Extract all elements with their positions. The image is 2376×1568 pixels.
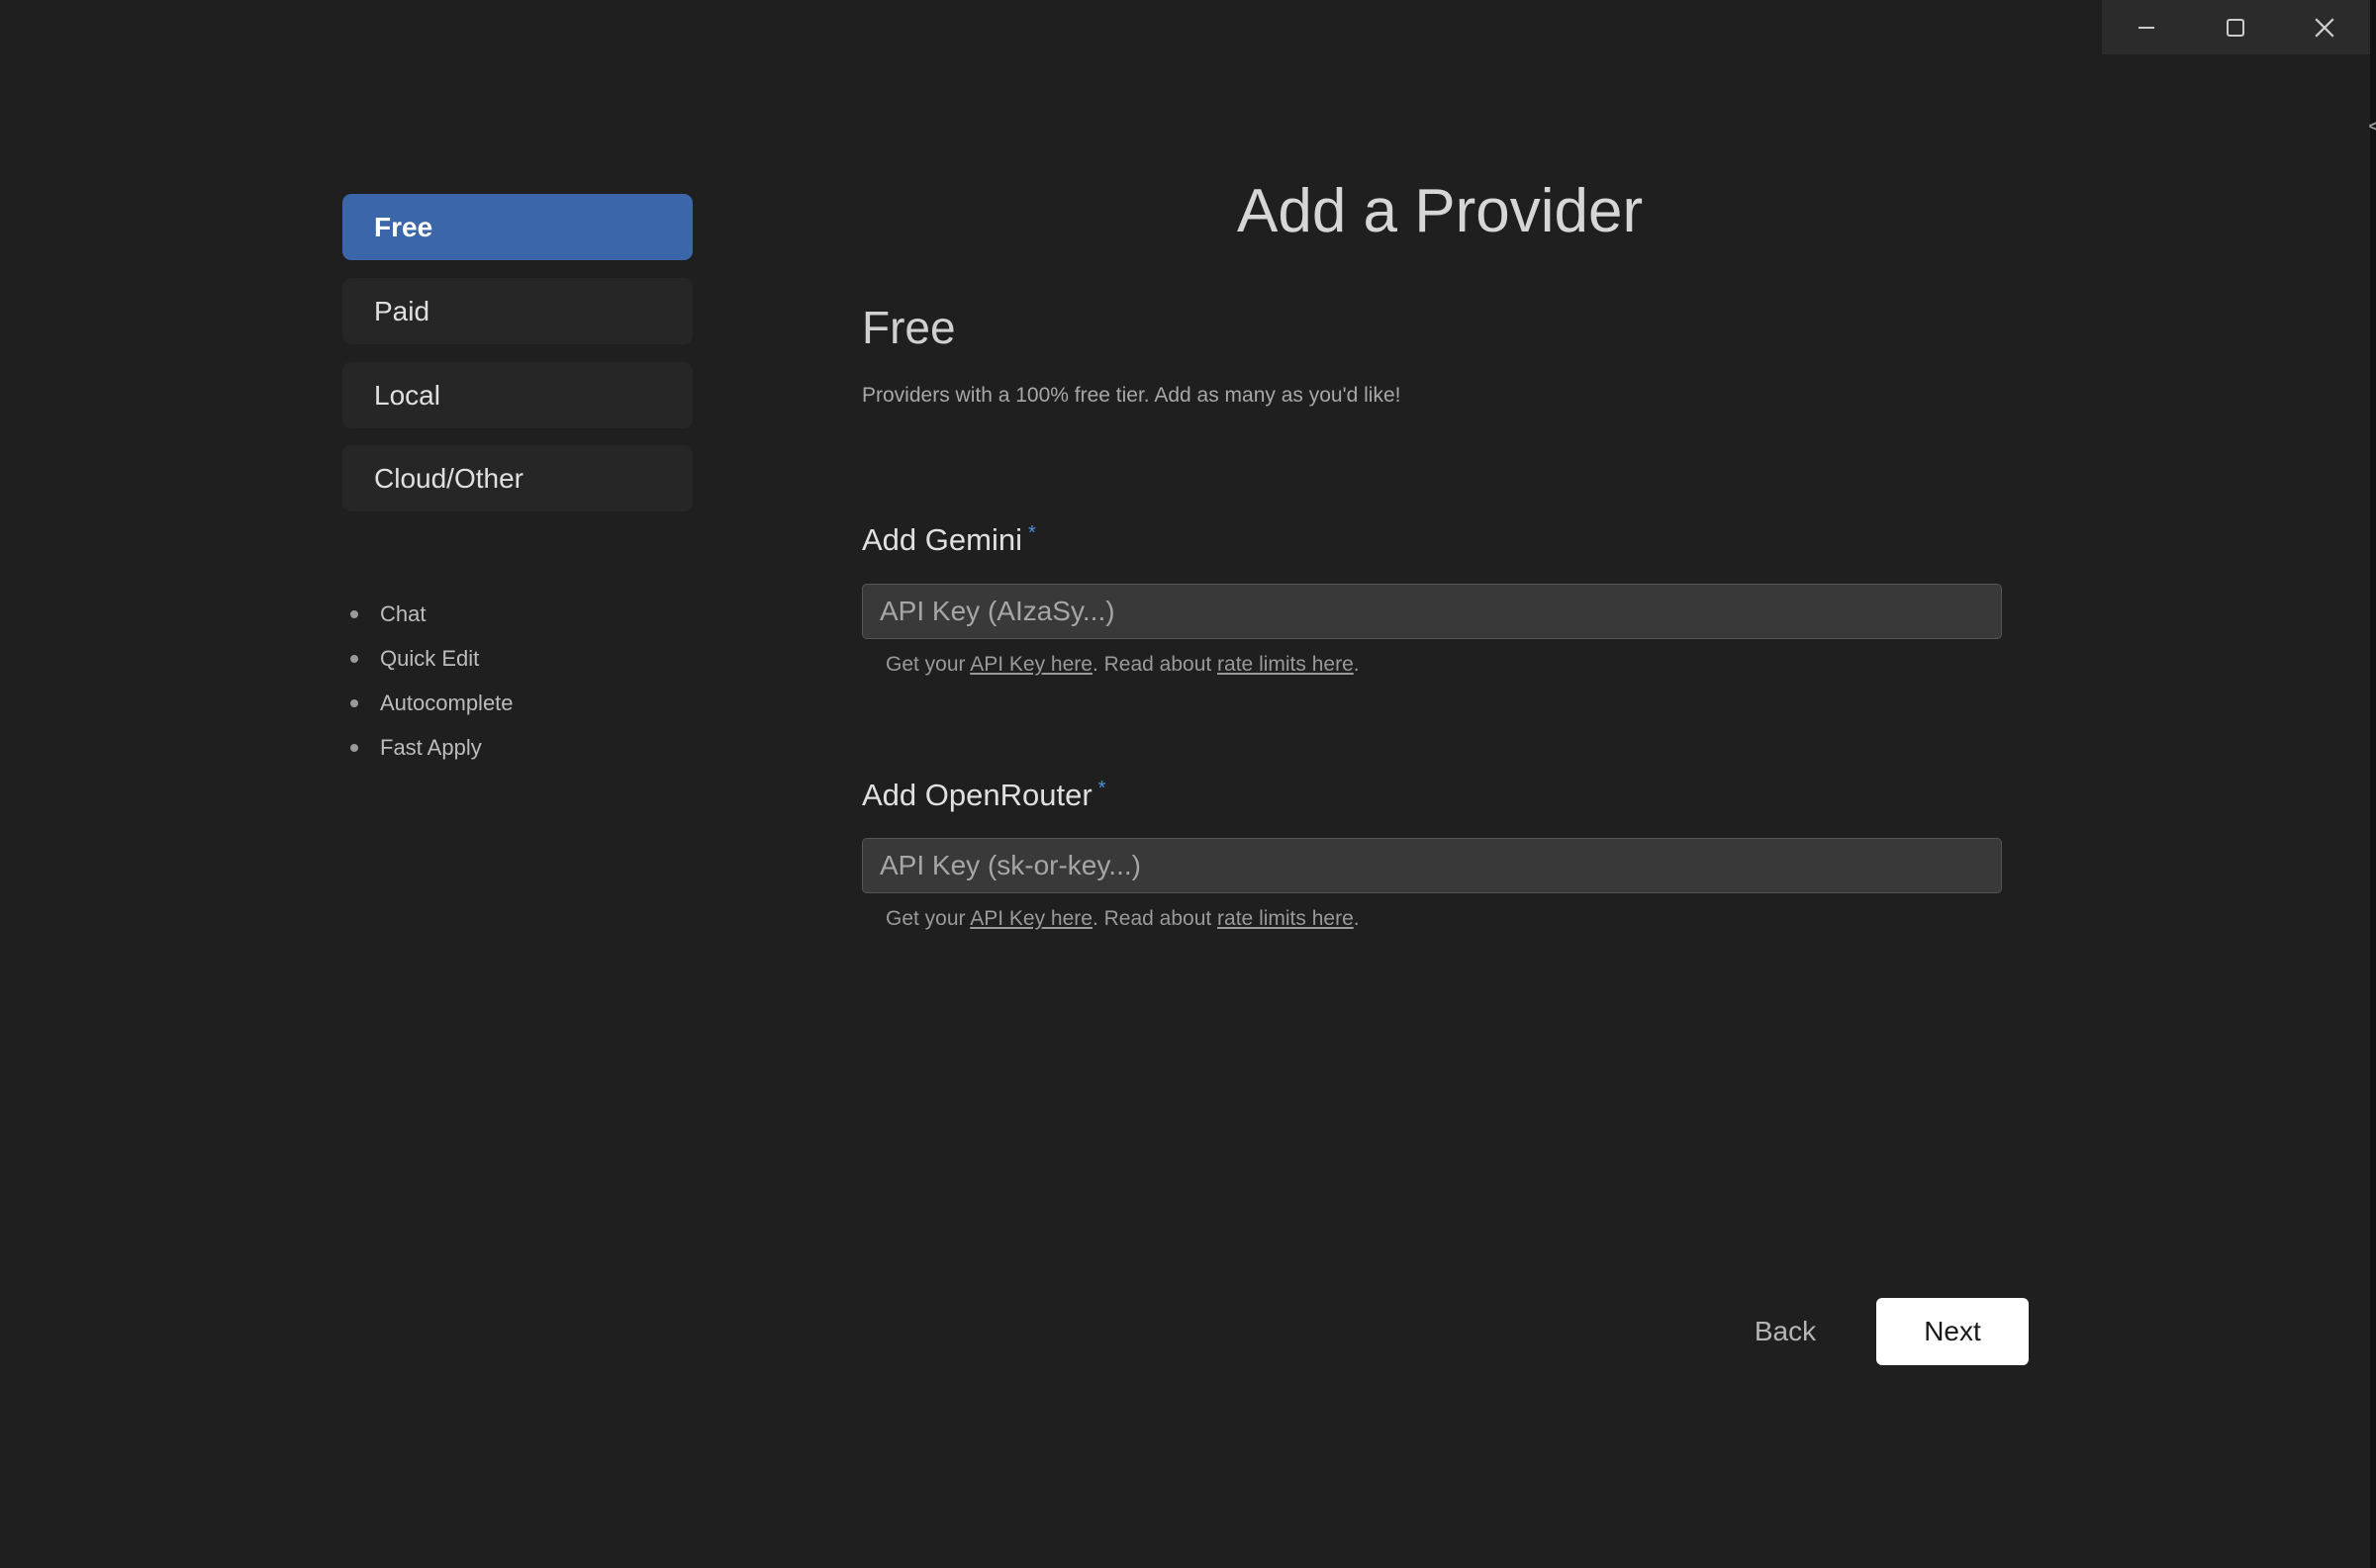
app-window: < Free Paid Local Cloud/Other Chat Quick…	[0, 0, 2376, 1568]
bullet-icon	[350, 654, 358, 663]
minimize-button[interactable]	[2102, 0, 2191, 54]
gemini-api-key-link[interactable]: API Key here	[970, 653, 1093, 676]
required-mark: *	[1027, 522, 1036, 544]
bullet-icon	[350, 609, 358, 618]
page-title: Add a Provider	[1237, 177, 1644, 245]
minimize-icon	[2138, 26, 2154, 29]
window-edge	[2370, 0, 2376, 1568]
feature-label: Fast Apply	[380, 734, 482, 760]
provider-label-text: Add Gemini	[862, 522, 1022, 557]
feature-item: Autocomplete	[350, 681, 514, 725]
tab-local[interactable]: Local	[342, 362, 693, 428]
back-button[interactable]: Back	[1734, 1298, 1837, 1365]
tab-label: Local	[374, 379, 440, 411]
maximize-button[interactable]	[2191, 0, 2280, 54]
openrouter-api-key-link[interactable]: API Key here	[970, 907, 1093, 930]
chevron-left-icon: <	[2368, 111, 2376, 140]
tab-label: Cloud/Other	[374, 462, 523, 494]
feature-label: Chat	[380, 600, 427, 626]
openrouter-hint: Get your API Key here. Read about rate l…	[886, 907, 1360, 931]
tab-cloud-other[interactable]: Cloud/Other	[342, 445, 693, 511]
hint-text: . Read about	[1092, 653, 1218, 676]
hint-text: .	[1353, 653, 1360, 676]
required-mark: *	[1097, 778, 1106, 799]
gemini-rate-limits-link[interactable]: rate limits here	[1217, 653, 1354, 676]
hint-text: Get your	[886, 907, 971, 930]
bullet-icon	[350, 743, 358, 752]
gemini-hint: Get your API Key here. Read about rate l…	[886, 653, 1360, 677]
feature-list: Chat Quick Edit Autocomplete Fast Apply	[350, 592, 514, 770]
tab-label: Paid	[374, 295, 430, 326]
hint-text: Get your	[886, 653, 971, 676]
feature-item: Chat	[350, 592, 514, 636]
close-icon	[2315, 17, 2334, 38]
feature-label: Quick Edit	[380, 645, 480, 671]
openrouter-api-key-input[interactable]	[862, 838, 2002, 893]
section-description: Providers with a 100% free tier. Add as …	[862, 384, 1401, 407]
gemini-label: Add Gemini *	[862, 522, 1036, 558]
hint-text: . Read about	[1092, 907, 1218, 930]
window-controls	[2102, 0, 2370, 54]
section-title: Free	[862, 302, 956, 353]
bullet-icon	[350, 698, 358, 707]
feature-label: Autocomplete	[380, 690, 514, 715]
tab-paid[interactable]: Paid	[342, 278, 693, 344]
tab-label: Free	[374, 211, 433, 242]
hint-text: .	[1353, 907, 1360, 930]
gemini-api-key-input[interactable]	[862, 584, 2002, 639]
tab-free[interactable]: Free	[342, 194, 693, 260]
openrouter-rate-limits-link[interactable]: rate limits here	[1217, 907, 1354, 930]
maximize-icon	[2227, 18, 2244, 37]
provider-label-text: Add OpenRouter	[862, 778, 1093, 812]
feature-item: Fast Apply	[350, 725, 514, 770]
openrouter-label: Add OpenRouter *	[862, 778, 1105, 813]
close-button[interactable]	[2280, 0, 2369, 54]
feature-item: Quick Edit	[350, 636, 514, 681]
next-button[interactable]: Next	[1876, 1298, 2029, 1365]
